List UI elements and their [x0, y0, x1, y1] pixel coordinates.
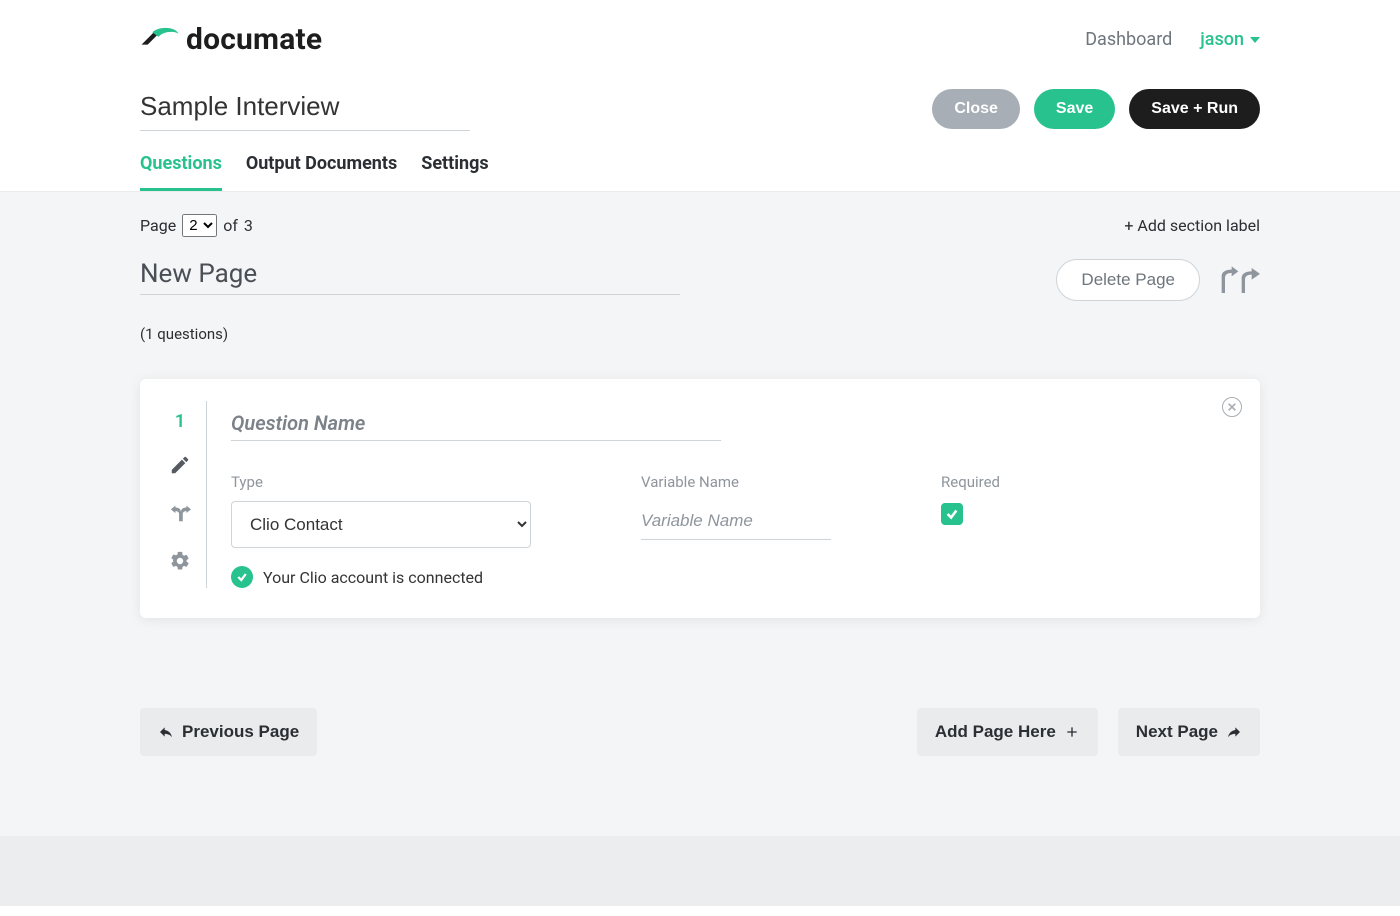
- logic-branch-icon[interactable]: [169, 502, 191, 528]
- user-name: jason: [1200, 29, 1244, 50]
- previous-page-button[interactable]: Previous Page: [140, 708, 317, 756]
- add-section-label-button[interactable]: + Add section label: [1124, 216, 1260, 235]
- previous-page-label: Previous Page: [182, 722, 299, 742]
- forward-arrow-icon: [1226, 724, 1242, 740]
- required-checkbox[interactable]: [941, 503, 963, 525]
- variable-name-input[interactable]: [641, 501, 831, 540]
- save-button[interactable]: Save: [1034, 89, 1115, 129]
- logo-icon: [140, 26, 180, 54]
- tab-settings[interactable]: Settings: [421, 153, 488, 191]
- subheader: Close Save Save + Run: [0, 59, 1400, 131]
- add-page-here-label: Add Page Here: [935, 722, 1056, 742]
- fields-row: Type Clio Contact Variable Name Required: [231, 473, 1232, 548]
- clio-connected-status: Your Clio account is connected: [231, 566, 1232, 588]
- next-page-label: Next Page: [1136, 722, 1218, 742]
- close-question-button[interactable]: [1222, 397, 1242, 417]
- plus-icon: [1064, 724, 1080, 740]
- add-page-here-button[interactable]: Add Page Here: [917, 708, 1098, 756]
- body-area: Page 2 of 3 + Add section label New Page…: [0, 192, 1400, 836]
- delete-page-button[interactable]: Delete Page: [1056, 259, 1200, 301]
- bottom-strip: [0, 836, 1400, 906]
- clio-connected-text: Your Clio account is connected: [263, 568, 483, 587]
- logo[interactable]: documate: [140, 22, 322, 57]
- nav-right: Dashboard jason: [1085, 29, 1260, 50]
- header-actions: Close Save Save + Run: [932, 89, 1260, 129]
- of-word: of: [223, 216, 238, 235]
- user-menu[interactable]: jason: [1200, 29, 1260, 50]
- question-count: (1 questions): [140, 325, 1260, 343]
- question-number: 1: [175, 411, 185, 432]
- reply-arrow-icon: [158, 724, 174, 740]
- tabs: Questions Output Documents Settings: [0, 131, 1400, 192]
- required-field: Required: [941, 473, 1000, 548]
- logo-text: documate: [186, 22, 322, 57]
- page-title-input[interactable]: New Page: [140, 259, 680, 295]
- edit-icon[interactable]: [169, 454, 191, 480]
- type-select[interactable]: Clio Contact: [231, 501, 531, 548]
- page-selector: Page 2 of 3: [140, 214, 253, 237]
- save-run-button[interactable]: Save + Run: [1129, 89, 1260, 129]
- question-name-input[interactable]: [231, 401, 721, 441]
- question-card: 1 Type Clio Contact: [140, 379, 1260, 618]
- check-circle-icon: [231, 566, 253, 588]
- close-icon: [1227, 402, 1237, 412]
- branch-icon[interactable]: [1220, 260, 1260, 300]
- page-total: 3: [244, 216, 253, 235]
- interview-title-input[interactable]: [140, 89, 470, 131]
- next-page-button[interactable]: Next Page: [1118, 708, 1260, 756]
- top-bar: documate Dashboard jason: [0, 0, 1400, 59]
- page-row: Page 2 of 3 + Add section label: [140, 214, 1260, 237]
- close-button[interactable]: Close: [932, 89, 1020, 129]
- card-divider: [206, 401, 207, 588]
- variable-name-label: Variable Name: [641, 473, 831, 491]
- tab-questions[interactable]: Questions: [140, 153, 222, 191]
- page-title-actions: Delete Page: [1056, 259, 1260, 301]
- tab-output-documents[interactable]: Output Documents: [246, 153, 397, 191]
- required-label: Required: [941, 473, 1000, 491]
- dashboard-link[interactable]: Dashboard: [1085, 29, 1172, 50]
- footer-nav: Previous Page Add Page Here Next Page: [140, 708, 1260, 756]
- page-word: Page: [140, 216, 176, 235]
- gear-icon[interactable]: [169, 550, 191, 576]
- caret-down-icon: [1250, 37, 1260, 43]
- type-field: Type Clio Contact: [231, 473, 531, 548]
- variable-name-field: Variable Name: [641, 473, 831, 548]
- card-sidebar: 1: [154, 401, 206, 588]
- card-body: Type Clio Contact Variable Name Required: [231, 401, 1232, 588]
- footer-right: Add Page Here Next Page: [917, 708, 1260, 756]
- page-number-select[interactable]: 2: [182, 214, 217, 237]
- type-label: Type: [231, 473, 531, 491]
- page-title-row: New Page Delete Page: [140, 259, 1260, 301]
